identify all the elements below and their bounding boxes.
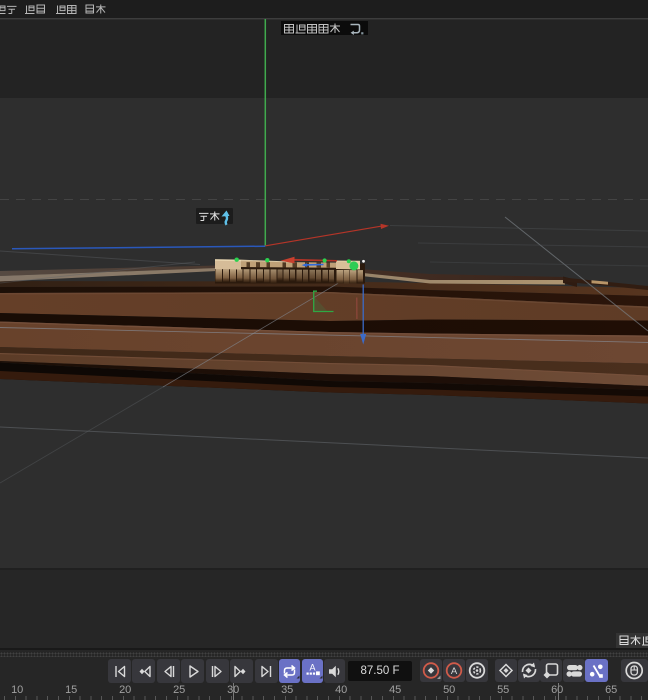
- svg-text:A: A: [309, 662, 315, 672]
- svg-text:A: A: [450, 666, 457, 677]
